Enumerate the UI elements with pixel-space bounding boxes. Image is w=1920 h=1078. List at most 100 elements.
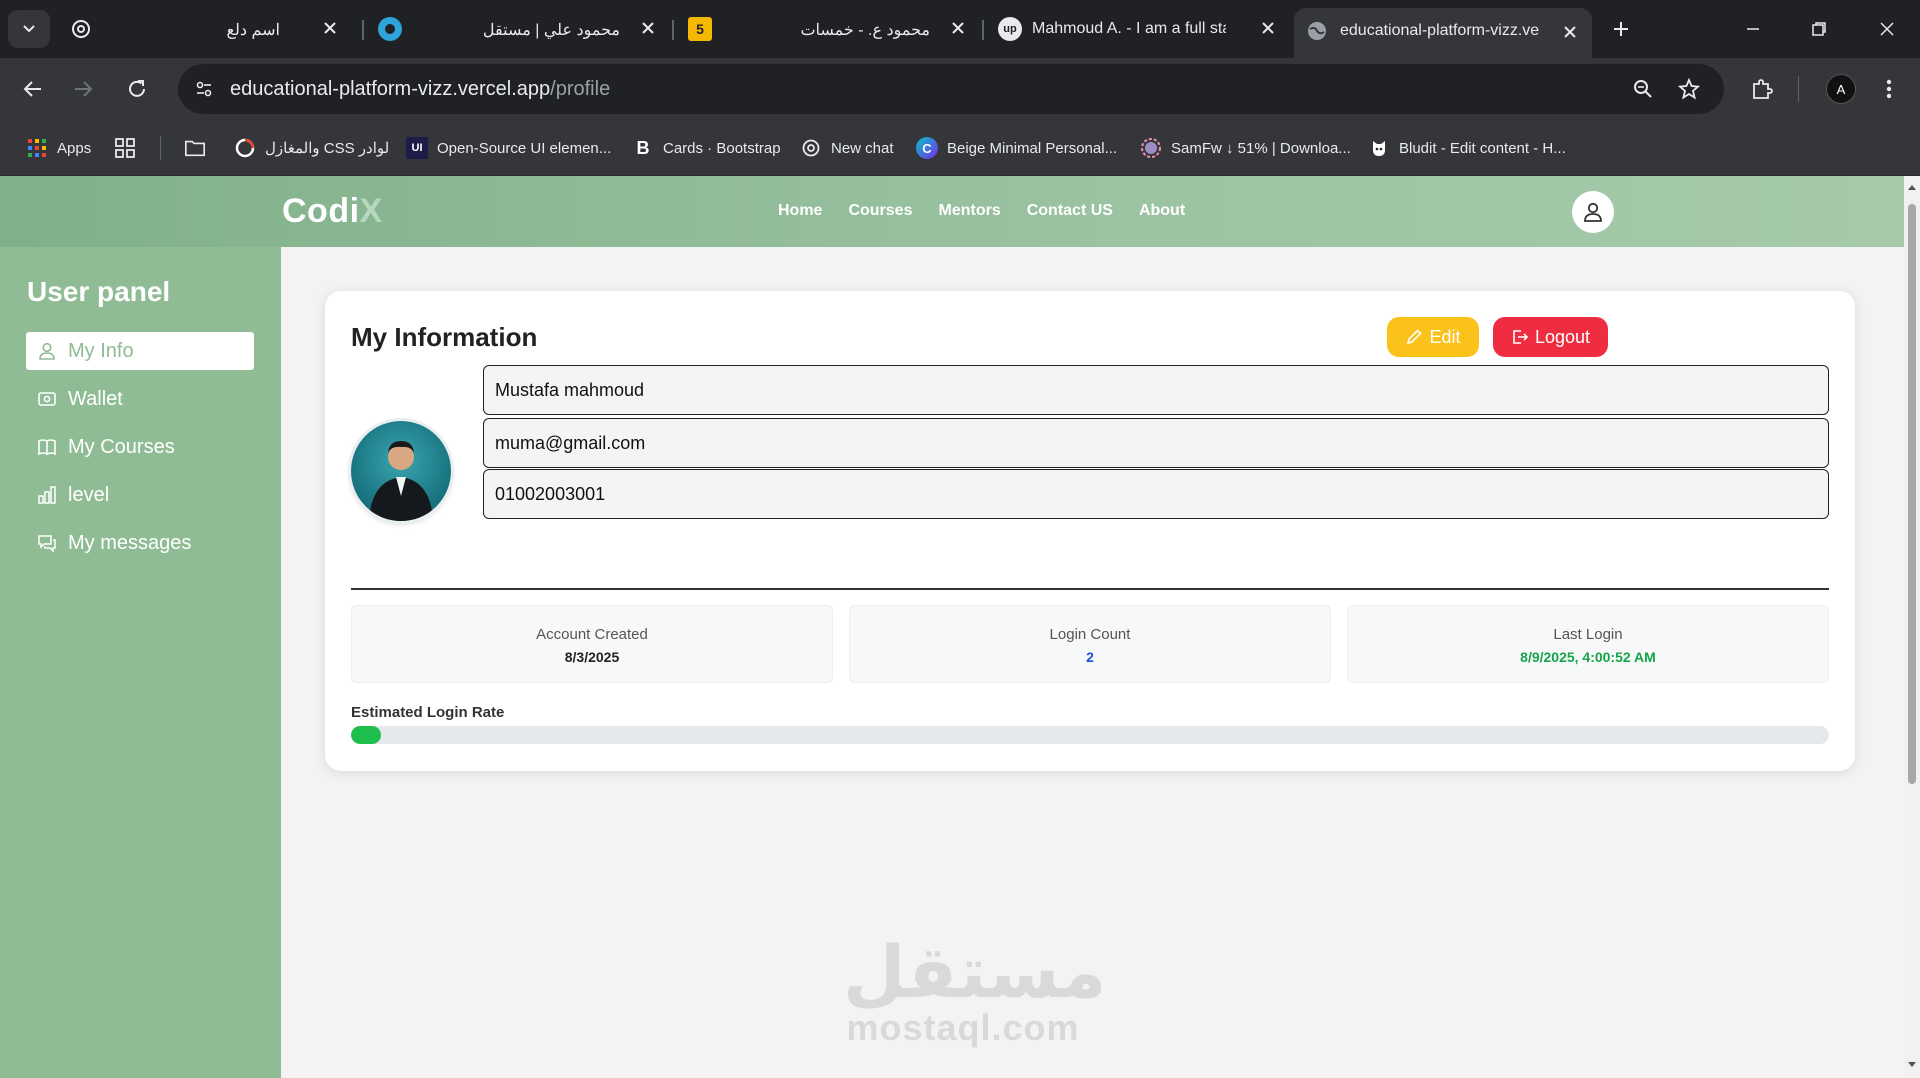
user-panel-sidebar: User panel My Info Wallet My Courses lev… bbox=[0, 247, 281, 1078]
nav-courses[interactable]: Courses bbox=[848, 202, 912, 220]
site-logo[interactable]: CodiX bbox=[282, 192, 383, 231]
logout-button[interactable]: Logout bbox=[1493, 317, 1608, 357]
back-button[interactable] bbox=[16, 72, 50, 106]
close-icon[interactable] bbox=[320, 18, 340, 38]
bookmark-separator bbox=[160, 136, 161, 160]
bookmark-canva[interactable]: C Beige Minimal Personal... bbox=[916, 134, 1117, 162]
reload-button[interactable] bbox=[120, 72, 154, 106]
zoom-icon[interactable] bbox=[1630, 76, 1656, 102]
browser-tab[interactable]: 5 محمود ع. - خمسات bbox=[680, 8, 980, 50]
bookmark-apps[interactable]: Apps bbox=[26, 134, 91, 162]
bookmark-css-loaders[interactable]: لوادر CSS والمغازل bbox=[234, 134, 389, 162]
mostaql-watermark: مستقل mostaql.com bbox=[843, 936, 1106, 1049]
user-avatar-button[interactable] bbox=[1572, 191, 1614, 233]
bookmark-bootstrap[interactable]: B Cards · Bootstrap bbox=[632, 134, 781, 162]
restore-button[interactable] bbox=[1804, 14, 1834, 44]
scroll-down-icon[interactable] bbox=[1907, 1060, 1917, 1070]
sidebar-item-my-info[interactable]: My Info bbox=[26, 332, 254, 370]
sidebar-item-wallet[interactable]: Wallet bbox=[26, 380, 254, 418]
url-host: educational-platform-vizz.vercel.app bbox=[230, 78, 551, 100]
chatgpt-icon bbox=[800, 137, 822, 159]
scroll-up-icon[interactable] bbox=[1907, 182, 1917, 192]
bookmark-bludit[interactable]: Bludit - Edit content - H... bbox=[1368, 134, 1566, 162]
bookmark-label: New chat bbox=[831, 139, 894, 157]
mostaql-icon bbox=[378, 17, 402, 41]
sidebar-item-my-courses[interactable]: My Courses bbox=[26, 428, 254, 466]
uiverse-icon: UI bbox=[406, 137, 428, 159]
sidebar-item-label: Wallet bbox=[68, 387, 123, 410]
login-rate-progress-fill bbox=[351, 726, 381, 744]
nav-mentors[interactable]: Mentors bbox=[938, 202, 1000, 220]
browser-tab-active[interactable]: educational-platform-vizz.verce bbox=[1294, 8, 1592, 58]
close-window-button[interactable] bbox=[1872, 14, 1902, 44]
bookmark-uiverse[interactable]: UI Open-Source UI elemen... bbox=[406, 134, 611, 162]
logout-icon bbox=[1511, 328, 1529, 346]
profile-button[interactable]: A bbox=[1824, 72, 1858, 106]
login-rate-progress bbox=[351, 726, 1829, 744]
bookmark-star-icon[interactable] bbox=[1676, 76, 1702, 102]
sidebar-item-label: level bbox=[68, 483, 110, 506]
folder-icon bbox=[184, 137, 206, 159]
new-tab-button[interactable] bbox=[1606, 14, 1636, 44]
wallet-icon bbox=[36, 388, 58, 410]
canva-icon: C bbox=[916, 137, 938, 159]
sidebar-item-label: My Info bbox=[68, 339, 134, 362]
minimize-button[interactable] bbox=[1738, 14, 1768, 44]
profile-avatar: A bbox=[1826, 74, 1856, 104]
browser-tab[interactable]: up Mahmoud A. - I am a full stack bbox=[990, 8, 1290, 50]
url-text: educational-platform-vizz.vercel.app/pro… bbox=[230, 78, 610, 101]
section-divider bbox=[351, 588, 1829, 590]
khamsat-icon: 5 bbox=[688, 17, 712, 41]
profile-photo bbox=[351, 421, 451, 521]
messages-icon bbox=[36, 532, 58, 554]
bookmark-label: Cards · Bootstrap bbox=[663, 139, 781, 157]
close-icon[interactable] bbox=[1560, 22, 1580, 42]
site-info-icon[interactable] bbox=[188, 73, 220, 105]
browser-tab[interactable]: اسم دلع bbox=[62, 8, 352, 50]
chatgpt-icon bbox=[70, 18, 92, 40]
user-icon bbox=[36, 340, 58, 362]
tab-title: محمود علي | مستقل bbox=[482, 22, 620, 39]
edit-button[interactable]: Edit bbox=[1387, 317, 1479, 357]
web-page: CodiX Home Courses Mentors Contact US Ab… bbox=[0, 176, 1904, 1078]
browser-tab[interactable]: محمود علي | مستقل bbox=[370, 8, 670, 50]
nav-about[interactable]: About bbox=[1139, 202, 1185, 220]
close-icon[interactable] bbox=[948, 18, 968, 38]
reload-icon bbox=[129, 80, 145, 97]
bludit-icon bbox=[1368, 137, 1390, 159]
scrollbar-thumb[interactable] bbox=[1908, 204, 1916, 784]
sidebar-item-level[interactable]: level bbox=[26, 476, 254, 514]
sidebar-item-my-messages[interactable]: My messages bbox=[26, 524, 254, 562]
browser-tab-bar: اسم دلع محمود علي | مستقل 5 محمود ع. - خ… bbox=[0, 0, 1920, 58]
user-icon bbox=[1584, 202, 1602, 222]
stat-login-count: Login Count 2 bbox=[849, 605, 1331, 683]
email-field[interactable] bbox=[483, 418, 1829, 468]
close-icon[interactable] bbox=[1258, 18, 1278, 38]
tab-separator bbox=[362, 20, 364, 40]
page-scrollbar[interactable] bbox=[1904, 176, 1920, 1078]
address-bar[interactable]: educational-platform-vizz.vercel.app/pro… bbox=[178, 64, 1724, 114]
tab-search-button[interactable] bbox=[8, 10, 50, 48]
forward-button[interactable] bbox=[66, 72, 100, 106]
bootstrap-icon: B bbox=[636, 137, 650, 158]
phone-field[interactable] bbox=[483, 469, 1829, 519]
browser-menu-button[interactable] bbox=[1872, 72, 1906, 106]
pencil-icon bbox=[1405, 328, 1423, 346]
close-icon[interactable] bbox=[638, 18, 658, 38]
logout-label: Logout bbox=[1534, 326, 1591, 347]
nav-contact[interactable]: Contact US bbox=[1027, 202, 1113, 220]
tab-groups-button[interactable] bbox=[114, 134, 145, 162]
apps-grid-icon bbox=[26, 137, 48, 159]
logo-main: Codi bbox=[282, 192, 360, 230]
bookmark-new-chat[interactable]: New chat bbox=[800, 134, 894, 162]
close-icon bbox=[1880, 22, 1894, 36]
bookmark-samfw[interactable]: SamFw ↓ 51% | Downloa... bbox=[1140, 134, 1351, 162]
extensions-button[interactable] bbox=[1745, 72, 1779, 106]
bookmark-label: Apps bbox=[57, 139, 92, 157]
bookmark-label: Beige Minimal Personal... bbox=[947, 139, 1118, 157]
name-field[interactable] bbox=[483, 365, 1829, 415]
puzzle-icon bbox=[1753, 79, 1773, 99]
bookmark-folder[interactable] bbox=[184, 134, 215, 162]
nav-home[interactable]: Home bbox=[778, 202, 822, 220]
edit-label: Edit bbox=[1429, 326, 1461, 347]
